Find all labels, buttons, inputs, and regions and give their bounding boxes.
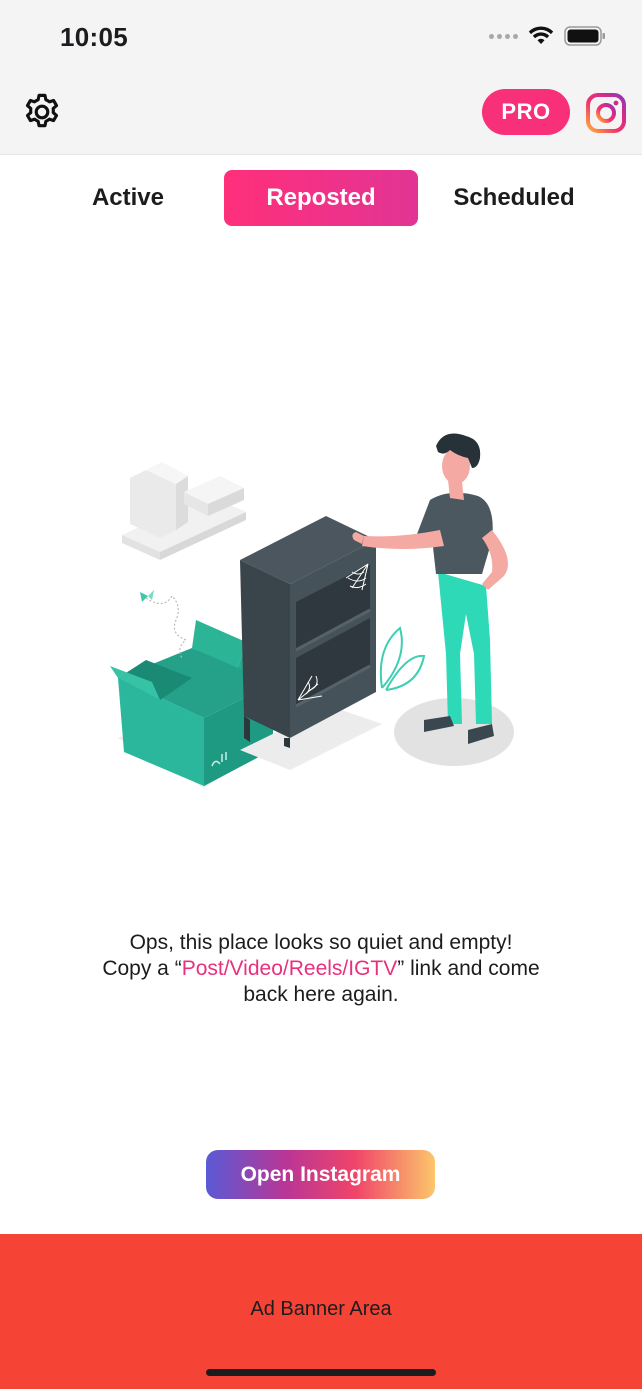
tab-active[interactable]: Active <box>32 170 224 226</box>
status-time: 10:05 <box>60 22 128 52</box>
settings-button[interactable] <box>20 90 64 134</box>
tab-reposted[interactable]: Reposted <box>224 170 418 226</box>
tab-bar: Active Reposted Scheduled <box>0 170 642 226</box>
cellular-signal-icon <box>489 33 518 39</box>
ad-banner-label: Ad Banner Area <box>250 1298 392 1320</box>
top-bar: 10:05 PRO <box>0 0 642 155</box>
cabinet-icon <box>240 516 376 748</box>
shelf-books-icon <box>122 462 246 560</box>
plant-icon <box>379 626 426 691</box>
status-icons <box>489 24 606 48</box>
empty-state-illustration <box>110 433 514 788</box>
tab-scheduled[interactable]: Scheduled <box>418 170 610 226</box>
home-indicator <box>206 1369 436 1376</box>
battery-icon <box>564 26 605 46</box>
ad-banner[interactable]: Ad Banner Area <box>0 1234 642 1389</box>
empty-state-message: Ops, this place looks so quiet and empty… <box>60 930 582 1008</box>
open-instagram-button[interactable]: Open Instagram <box>206 1150 435 1199</box>
link-types-text: Post/Video/Reels/IGTV <box>181 957 398 980</box>
pro-button[interactable]: PRO <box>482 89 570 135</box>
empty-state-prefix: Copy a “ <box>102 957 182 980</box>
instagram-button[interactable] <box>585 92 627 134</box>
gear-icon <box>25 93 59 128</box>
instagram-icon <box>586 93 626 133</box>
empty-state-line1: Ops, this place looks so quiet and empty… <box>129 931 513 954</box>
empty-state-suffix: ” link and come <box>397 957 540 980</box>
wifi-icon <box>528 26 554 44</box>
empty-state-line2: Copy a “Post/Video/Reels/IGTV” link and … <box>60 956 582 982</box>
butterfly-icon <box>140 590 188 659</box>
empty-state-line3: back here again. <box>243 983 399 1006</box>
